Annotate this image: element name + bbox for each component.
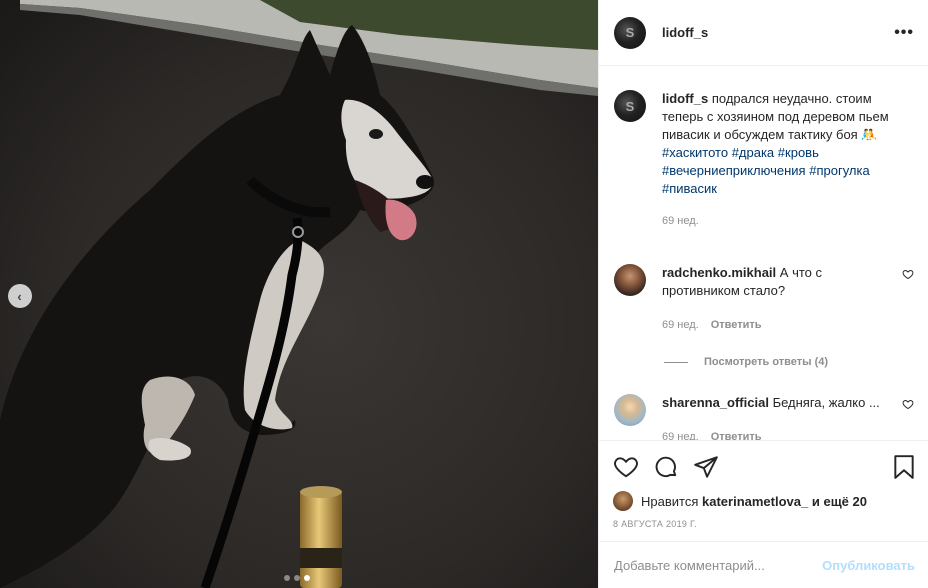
comments-list[interactable]: S lidoff_s подрался неудачно. стоим тепе…: [599, 66, 928, 440]
post-header: S lidoff_s •••: [599, 0, 928, 66]
likes-count[interactable]: и ещё 20: [812, 494, 867, 509]
divider-line: [664, 361, 688, 363]
husky-photo-illustration: [0, 0, 598, 588]
action-icons-row: [613, 453, 917, 481]
commenter-avatar[interactable]: [614, 264, 646, 296]
post-details-panel: S lidoff_s ••• S lidoff_s подрался неуда…: [598, 0, 928, 588]
author-username[interactable]: lidoff_s: [662, 25, 708, 40]
add-comment-bar: Опубликовать: [599, 541, 928, 588]
comment-text: Бедняга, жалко ...: [772, 395, 880, 410]
caption-username[interactable]: lidoff_s: [662, 91, 708, 106]
like-comment-heart-icon[interactable]: [902, 268, 914, 280]
view-replies-label: Посмотреть ответы (4): [704, 356, 829, 368]
share-icon[interactable]: [693, 454, 719, 480]
comment-timestamp[interactable]: 69 нед.: [662, 428, 699, 440]
carousel-dot: [304, 575, 310, 581]
chevron-left-icon: ‹: [17, 288, 22, 304]
author-avatar[interactable]: S: [614, 16, 646, 49]
more-options-icon[interactable]: •••: [894, 24, 914, 42]
comment-icon[interactable]: [653, 454, 679, 480]
comment-timestamp[interactable]: 69 нед.: [662, 316, 699, 334]
avatar-glyph: S: [625, 98, 635, 114]
reply-button[interactable]: Ответить: [711, 316, 762, 334]
hashtag-link[interactable]: #вечерниеприключения: [662, 163, 806, 178]
reply-button[interactable]: Ответить: [711, 428, 762, 440]
bookmark-icon[interactable]: [891, 454, 917, 480]
hashtag-link[interactable]: #пивасик: [662, 181, 717, 196]
post-comment-button[interactable]: Опубликовать: [822, 558, 915, 573]
view-replies-button[interactable]: Посмотреть ответы (4): [664, 356, 914, 368]
hashtag-link[interactable]: #хаскитото: [662, 145, 728, 160]
hashtag-link[interactable]: #прогулка: [809, 163, 869, 178]
commenter-avatar[interactable]: [614, 394, 646, 426]
post-actions: Нравится katerinametlova_ и ещё 20 8 авг…: [599, 440, 928, 529]
likes-prefix: Нравится: [641, 493, 699, 509]
post-photo[interactable]: ‹: [0, 0, 598, 588]
avatar-glyph: S: [625, 25, 635, 40]
post-caption: S lidoff_s подрался неудачно. стоим тепе…: [614, 90, 914, 230]
hashtag-link[interactable]: #кровь: [778, 145, 819, 160]
likes-summary[interactable]: Нравится katerinametlova_ и ещё 20: [613, 491, 917, 511]
carousel-prev-button[interactable]: ‹: [8, 284, 32, 308]
comment-item: radchenko.mikhail А что с противником ст…: [614, 264, 914, 334]
comment-input[interactable]: [614, 557, 823, 573]
carousel-dot: [284, 575, 290, 581]
liker-username[interactable]: katerinametlova_: [702, 494, 808, 509]
commenter-username[interactable]: radchenko.mikhail: [662, 265, 776, 280]
hashtag-link[interactable]: #драка: [732, 145, 774, 160]
like-comment-heart-icon[interactable]: [902, 398, 914, 410]
carousel-dot: [294, 575, 300, 581]
caption-author-avatar[interactable]: S: [614, 90, 646, 122]
heart-icon[interactable]: [613, 454, 639, 480]
post-date[interactable]: 8 августа 2019 г.: [613, 519, 917, 529]
instagram-post-modal: ‹ S lidoff_s ••• S lidoff_s подрался неу…: [0, 0, 928, 588]
caption-timestamp[interactable]: 69 нед.: [662, 212, 699, 230]
liker-avatar: [613, 491, 633, 511]
carousel-indicator: [284, 575, 310, 581]
comment-item: sharenna_official Бедняга, жалко ... 69 …: [614, 394, 914, 440]
commenter-username[interactable]: sharenna_official: [662, 395, 769, 410]
